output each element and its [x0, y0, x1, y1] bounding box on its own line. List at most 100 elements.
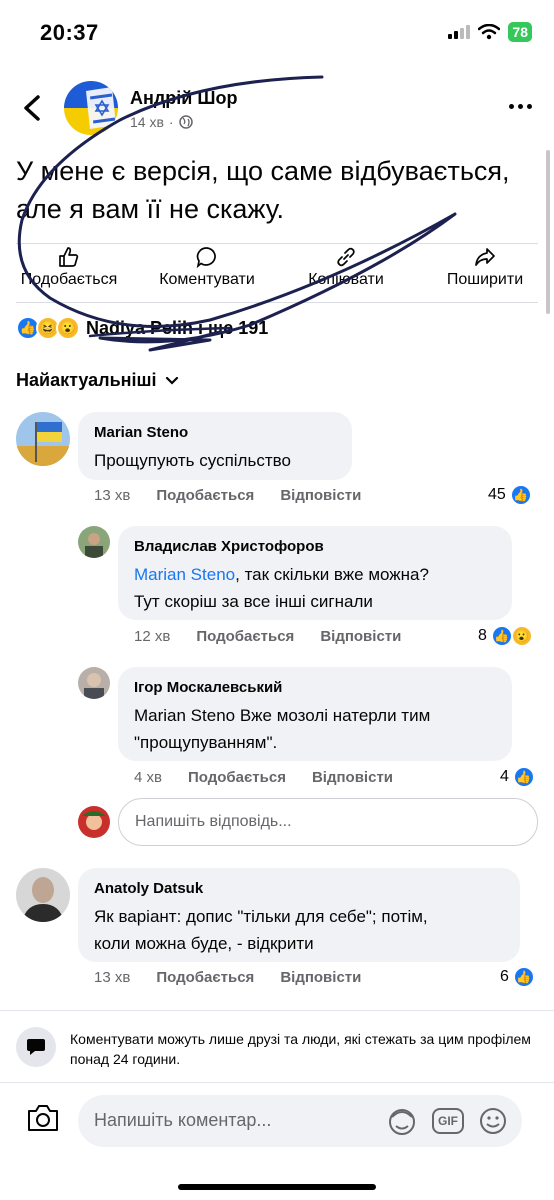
status-time: 20:37 [40, 20, 99, 45]
comment-text: Marian Steno Вже мозолі натерли тим [134, 706, 431, 725]
like-reaction-icon: 👍 [512, 966, 535, 988]
comment-label: Коментувати [159, 271, 255, 288]
comment-text-line: Marian Steno, так скільки вже можна? [134, 561, 496, 588]
post-time[interactable]: 14 хв [130, 114, 164, 130]
commenter-name[interactable]: Ігор Москалевський [134, 679, 496, 696]
copy-label: Копіювати [308, 271, 384, 288]
comment-reply-button[interactable]: Відповісти [280, 969, 361, 986]
composer-icons: GIF [386, 1105, 508, 1137]
post-meta: 14 хв · [130, 114, 193, 130]
gif-icon[interactable]: GIF [432, 1108, 464, 1134]
reaction-count: 8 [478, 627, 487, 644]
camera-icon[interactable] [26, 1103, 60, 1133]
comment-reply-button[interactable]: Відповісти [312, 769, 393, 786]
share-label: Поширити [446, 271, 524, 288]
commenter-avatar[interactable] [78, 526, 110, 558]
comment-reply-button[interactable]: Відповісти [320, 628, 401, 645]
comment-bubble: Marian Steno Прощупують суспільство [78, 412, 352, 480]
wifi-icon [478, 24, 501, 40]
comment-reply-button[interactable]: Відповісти [280, 487, 361, 504]
like-reaction-icon: 👍 [509, 484, 532, 506]
signal-icon [448, 25, 471, 39]
divider [16, 302, 538, 303]
commenter-name[interactable]: Владислав Христофоров [134, 538, 496, 555]
comment-like-button[interactable]: Подобається [188, 769, 286, 786]
comment-time: 4 хв [134, 769, 162, 786]
reply-input[interactable]: Напишіть відповідь... [118, 798, 538, 846]
battery-indicator: 78 [508, 22, 532, 42]
commenter-avatar[interactable] [16, 412, 70, 466]
more-options-icon[interactable] [509, 104, 532, 109]
post-actions: Подобається Коментувати Копіювати Пошири… [0, 246, 554, 302]
reply-placeholder: Напишіть відповідь... [135, 813, 292, 830]
comment-reactions[interactable]: 45 👍 [488, 484, 532, 506]
comment-text: Тут скоріш за все інші сигнали [134, 592, 373, 611]
commenter-name[interactable]: Anatoly Datsuk [94, 880, 504, 897]
commenter-name[interactable]: Marian Steno [94, 424, 336, 441]
share-button[interactable]: Поширити [420, 246, 550, 289]
comment-reactions[interactable]: 8 👍 😮 [478, 625, 533, 647]
comment-sort-dropdown[interactable]: Найактуальніші [16, 370, 179, 391]
reaction-count: 4 [500, 768, 509, 785]
comment-time: 13 хв [94, 487, 131, 504]
thumbs-up-icon [59, 247, 79, 267]
comment-input[interactable]: Напишіть коментар... GIF [78, 1095, 522, 1147]
sort-label: Найактуальніші [16, 370, 157, 390]
comment-composer: Напишіть коментар... GIF [0, 1082, 554, 1200]
author-avatar[interactable] [64, 81, 118, 135]
like-button[interactable]: Подобається [4, 246, 134, 289]
status-bar: 20:37 78 [0, 0, 554, 66]
comment-restriction-notice: Коментувати можуть лише друзі та люди, я… [0, 1010, 554, 1082]
copy-button[interactable]: Копіювати [281, 246, 411, 289]
share-icon [475, 248, 495, 266]
like-label: Подобається [20, 271, 118, 288]
comment-text: , так скільки вже можна? [235, 565, 429, 584]
reaction-count: 45 [488, 486, 506, 503]
comment-like-button[interactable]: Подобається [156, 969, 254, 986]
comment-placeholder: Напишіть коментар... [94, 1110, 272, 1130]
my-avatar [78, 806, 110, 838]
commenter-avatar[interactable] [78, 667, 110, 699]
comment-reactions[interactable]: 4 👍 [500, 766, 535, 788]
like-reaction-icon: 👍 [512, 766, 535, 788]
comment-meta: 13 хв Подобається Відповісти [94, 487, 361, 504]
comment-time: 13 хв [94, 969, 131, 986]
comment-button[interactable]: Коментувати [142, 246, 272, 289]
notice-text: Коментувати можуть лише друзі та люди, я… [70, 1031, 531, 1067]
comment-like-button[interactable]: Подобається [156, 487, 254, 504]
avatar-sticker-icon[interactable] [386, 1105, 418, 1137]
comment-bubble: Anatoly Datsuk Як варіант: допис "тільки… [78, 868, 520, 962]
comment-bubble: Ігор Москалевський Marian Steno Вже мозо… [118, 667, 512, 761]
comment-time: 12 хв [134, 628, 171, 645]
mention-link[interactable]: Marian Steno [134, 565, 235, 584]
comment-text: коли можна буде, - відкрити [94, 934, 314, 953]
back-arrow-icon[interactable] [20, 94, 46, 122]
emoji-icon[interactable] [478, 1106, 508, 1136]
post-header: Андрій Шор 14 хв · [0, 66, 554, 146]
comment-text: Прощупують суспільство [94, 451, 291, 470]
copy-icon [337, 247, 355, 267]
comment-icon [196, 247, 216, 268]
reactions-summary[interactable]: 👍 😆 😮 Nadiya Pelih і ще 191 [16, 316, 268, 340]
comment-text: "прощупуванням". [134, 733, 278, 752]
comment-meta: 13 хв Подобається Відповісти [94, 969, 361, 986]
like-reaction-icon: 👍 [490, 625, 513, 647]
meta-separator: · [168, 114, 174, 130]
comment-like-button[interactable]: Подобається [196, 628, 294, 645]
commenter-avatar[interactable] [16, 868, 70, 922]
chevron-down-icon [165, 376, 178, 385]
comment-meta: 4 хв Подобається Відповісти [134, 769, 393, 786]
scrollbar[interactable] [546, 150, 550, 314]
comment-text: Як варіант: допис "тільки для себе"; пот… [94, 907, 428, 926]
comment-meta: 12 хв Подобається Відповісти [134, 628, 401, 645]
comment-bubble: Владислав Христофоров Marian Steno, так … [118, 526, 512, 620]
globe-icon [178, 115, 193, 129]
home-indicator [178, 1184, 376, 1190]
wow-reaction-icon: 😮 [56, 316, 80, 340]
author-name[interactable]: Андрій Шор [130, 88, 237, 109]
reactions-text: Nadiya Pelih і ще 191 [86, 317, 269, 338]
comment-bubble-icon [16, 1027, 56, 1067]
reaction-count: 6 [500, 968, 509, 985]
status-icons: 78 [448, 22, 532, 42]
comment-reactions[interactable]: 6 👍 [500, 966, 535, 988]
